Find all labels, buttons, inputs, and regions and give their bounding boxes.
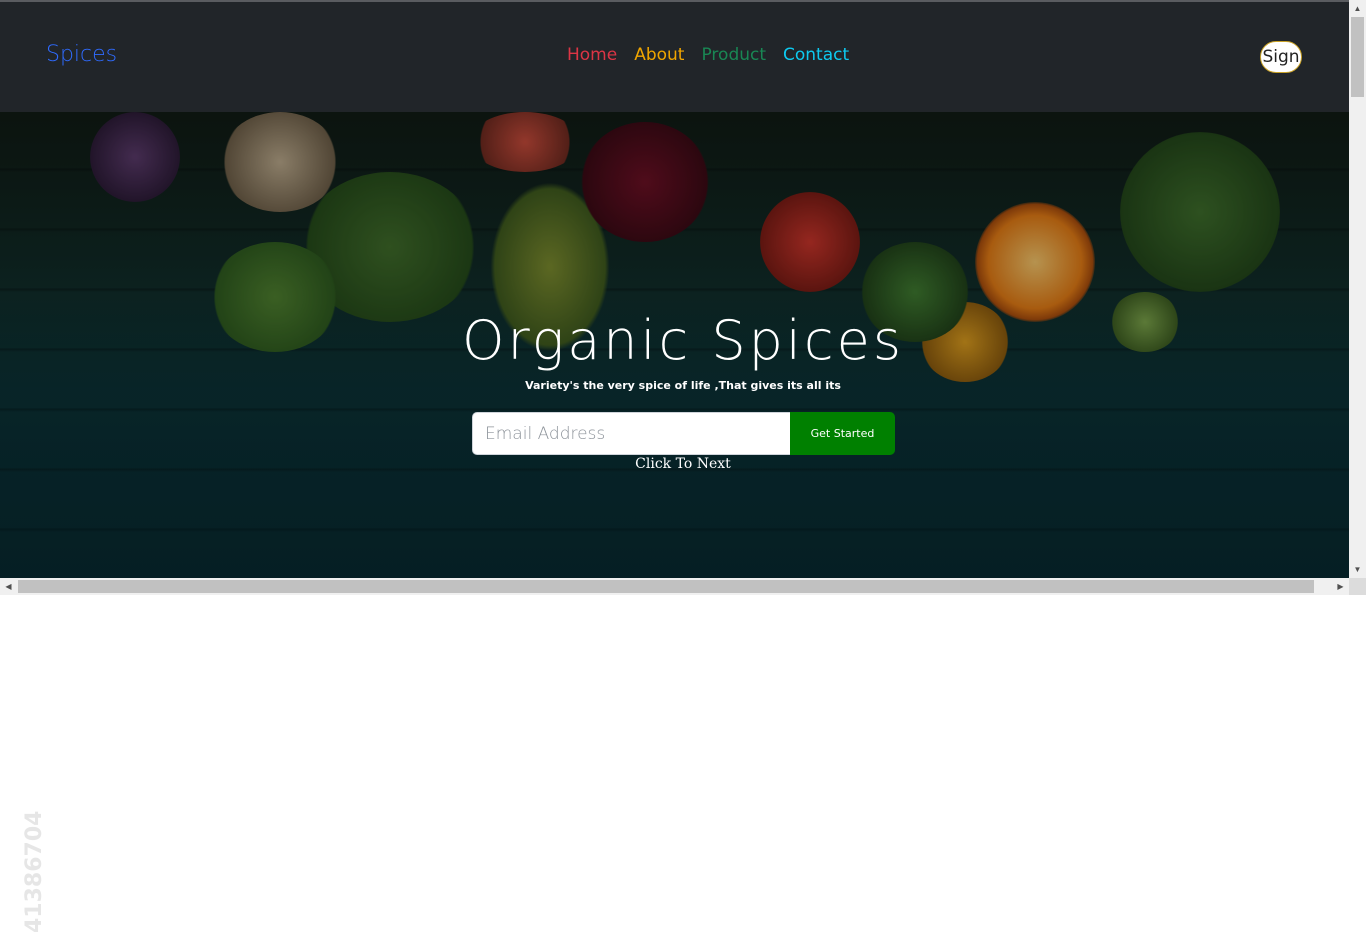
- horizontal-scrollbar[interactable]: ◀ ▶: [0, 578, 1349, 595]
- scrollbar-corner: [1349, 578, 1366, 595]
- nav-link-about[interactable]: About: [634, 45, 684, 65]
- hero-subtitle: Variety's the very spice of life ,That g…: [525, 379, 841, 392]
- stock-watermark: 41386704: [22, 810, 47, 933]
- triangle-right-icon[interactable]: ▶: [1332, 578, 1349, 595]
- triangle-left-icon[interactable]: ◀: [0, 578, 17, 595]
- nav-link-contact[interactable]: Contact: [783, 45, 849, 65]
- vertical-scroll-thumb[interactable]: [1351, 17, 1364, 97]
- horizontal-scroll-thumb[interactable]: [18, 580, 1314, 593]
- brand-logo[interactable]: Spices: [46, 42, 117, 67]
- nav-link-home[interactable]: Home: [567, 45, 617, 65]
- navbar: Spices Home About Product Contact Sign: [0, 2, 1349, 112]
- triangle-down-icon[interactable]: ▼: [1349, 561, 1366, 578]
- hero-title: Organic Spices: [462, 309, 904, 372]
- click-to-next-link[interactable]: Click To Next: [0, 456, 1349, 472]
- triangle-up-icon[interactable]: ▲: [1349, 0, 1366, 17]
- nav-link-product[interactable]: Product: [701, 45, 766, 65]
- vertical-scrollbar[interactable]: ▲ ▼: [1349, 0, 1366, 578]
- hero-section: Organic Spices Variety's the very spice …: [0, 112, 1349, 578]
- get-started-button[interactable]: Get Started: [790, 412, 895, 455]
- nav-links: Home About Product Contact: [567, 45, 849, 65]
- sign-button[interactable]: Sign: [1260, 41, 1302, 73]
- email-input[interactable]: [472, 412, 791, 455]
